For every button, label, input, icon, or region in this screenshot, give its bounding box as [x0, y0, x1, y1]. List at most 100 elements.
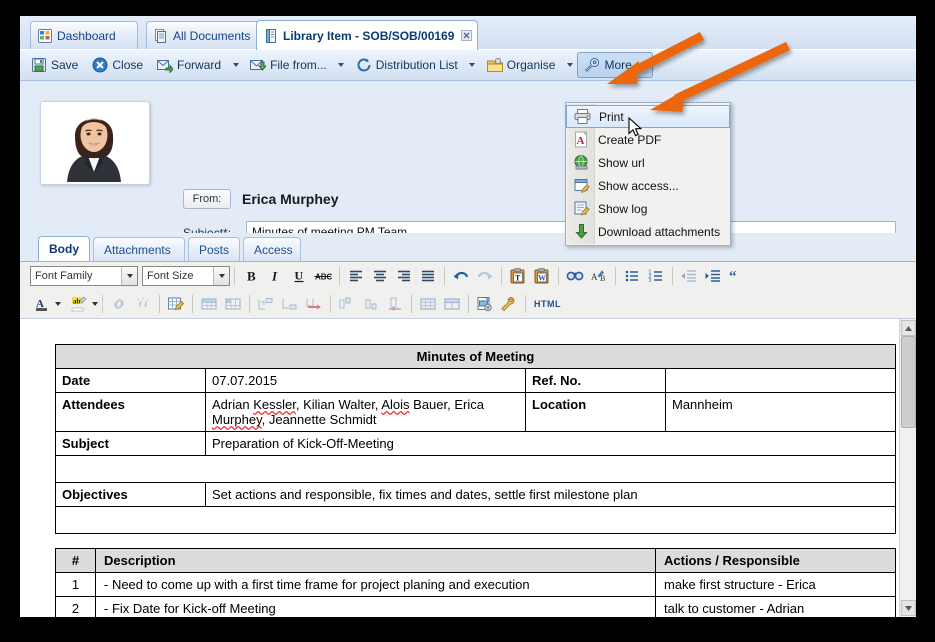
tab-posts-label: Posts [199, 243, 229, 257]
insert-col-after-icon[interactable] [359, 292, 383, 316]
insert-image-icon[interactable] [473, 292, 497, 316]
tab-access-label: Access [254, 243, 293, 257]
insert-row-before-icon[interactable] [254, 292, 278, 316]
numbered-list-icon[interactable]: 123 [644, 264, 668, 288]
save-button[interactable]: Save [24, 52, 85, 78]
more-wrench-icon [584, 57, 600, 73]
row-description: - Fix Date for Kick-off Meeting [96, 597, 656, 618]
find-replace-icon[interactable] [563, 264, 587, 288]
more-dropdown-menu: Print A Create PDF Show url Show access.… [565, 102, 731, 246]
unlink-icon[interactable] [131, 292, 155, 316]
mouse-cursor [628, 117, 644, 144]
bold-icon[interactable]: B [239, 264, 263, 288]
insert-table-icon[interactable] [416, 292, 440, 316]
tab-posts[interactable]: Posts [188, 237, 240, 261]
align-center-icon[interactable] [368, 264, 392, 288]
edit-table-icon[interactable] [164, 292, 188, 316]
strikethrough-icon[interactable]: ABC [311, 264, 335, 288]
edit-css-icon[interactable] [497, 292, 521, 316]
editor-vertical-scrollbar[interactable] [899, 319, 916, 617]
more-button[interactable]: More [577, 52, 652, 78]
tab-body[interactable]: Body [38, 236, 90, 261]
table-row: Minutes of Meeting [56, 345, 896, 369]
align-justify-icon[interactable] [416, 264, 440, 288]
menu-item-download-attachments[interactable]: Download attachments [566, 220, 730, 243]
table-row-props-icon[interactable] [197, 292, 221, 316]
undo-icon[interactable] [449, 264, 473, 288]
text-color-dropdown-arrow[interactable] [55, 302, 61, 306]
tab-attachments[interactable]: Attachments [93, 237, 185, 261]
close-icon[interactable] [461, 30, 472, 41]
italic-icon[interactable]: I [263, 264, 287, 288]
tab-access[interactable]: Access [243, 237, 301, 261]
tab-all-documents[interactable]: All Documents [146, 21, 272, 49]
bullet-list-icon[interactable] [620, 264, 644, 288]
align-left-icon[interactable] [344, 264, 368, 288]
organise-label: Organise [507, 58, 556, 72]
tab-attachments-label: Attachments [104, 243, 171, 257]
insert-row-after-icon[interactable] [278, 292, 302, 316]
underline-icon[interactable]: U [287, 264, 311, 288]
file-from-button[interactable]: File from... [243, 52, 334, 78]
delete-row-icon[interactable] [302, 292, 326, 316]
menu-item-print[interactable]: Print [566, 105, 730, 128]
row-action: talk to customer - Adrian [656, 597, 896, 618]
spacer-row [56, 456, 896, 483]
indent-icon[interactable] [701, 264, 725, 288]
dashboard-icon [38, 29, 52, 43]
tab-library-item[interactable]: Library Item - SOB/SOB/00169 [256, 20, 478, 50]
scroll-up-icon[interactable] [901, 320, 916, 336]
text-color-icon[interactable]: A [30, 292, 54, 316]
organise-dropdown-arrow[interactable] [562, 53, 577, 77]
chevron-down-icon[interactable] [213, 267, 229, 285]
menu-item-show-log[interactable]: Show log [566, 197, 730, 220]
redo-icon[interactable] [473, 264, 497, 288]
from-button[interactable]: From: [183, 189, 231, 209]
distribution-list-dropdown-arrow[interactable] [465, 53, 480, 77]
chevron-down-icon[interactable] [121, 267, 137, 285]
tab-dashboard-label: Dashboard [57, 29, 116, 43]
highlight-color-icon[interactable]: ab [67, 292, 91, 316]
svg-text:U: U [295, 269, 304, 283]
html-source-button[interactable]: HTML [530, 299, 565, 309]
item-section-tabs: Body Attachments Posts Access [20, 233, 916, 262]
highlight-color-dropdown-arrow[interactable] [92, 302, 98, 306]
merge-cells-icon[interactable] [440, 292, 464, 316]
forward-button[interactable]: Forward [150, 52, 228, 78]
document-title: Minutes of Meeting [56, 345, 896, 369]
close-button[interactable]: Close [85, 52, 150, 78]
font-family-select[interactable]: Font Family [30, 266, 138, 286]
paste-text-icon[interactable]: T [506, 264, 530, 288]
table-cell-props-icon[interactable] [221, 292, 245, 316]
spellcheck-icon[interactable]: AB [587, 264, 611, 288]
file-from-dropdown-arrow[interactable] [334, 53, 349, 77]
menu-item-show-url[interactable]: Show url [566, 151, 730, 174]
delete-col-icon[interactable] [383, 292, 407, 316]
row-description: - Need to come up with a first time fram… [96, 573, 656, 597]
blockquote-icon[interactable]: “ [725, 264, 749, 288]
table-row: Objectives Set actions and responsible, … [56, 483, 896, 507]
font-size-select[interactable]: Font Size [142, 266, 230, 286]
menu-item-download-attachments-label: Download attachments [598, 225, 720, 239]
paste-word-icon[interactable]: W [530, 264, 554, 288]
chevron-down-icon [469, 63, 475, 67]
insert-col-before-icon[interactable] [335, 292, 359, 316]
svg-text:A: A [591, 272, 598, 282]
align-right-icon[interactable] [392, 264, 416, 288]
menu-item-create-pdf[interactable]: A Create PDF [566, 128, 730, 151]
distribution-list-button[interactable]: Distribution List [349, 52, 465, 78]
menu-item-show-access[interactable]: Show access... [566, 174, 730, 197]
screenshot-root: Dashboard All Documents Library Item - S… [0, 0, 935, 642]
tab-dashboard[interactable]: Dashboard [30, 21, 138, 49]
row-number: 2 [56, 597, 96, 618]
forward-dropdown-arrow[interactable] [228, 53, 243, 77]
scrollbar-thumb[interactable] [901, 336, 916, 428]
scroll-down-icon[interactable] [901, 600, 916, 616]
table-row: 1 - Need to come up with a first time fr… [56, 573, 896, 597]
svg-text:W: W [538, 274, 546, 283]
file-from-label: File from... [270, 58, 327, 72]
insert-link-icon[interactable] [107, 292, 131, 316]
organise-button[interactable]: Organise [480, 52, 563, 78]
editor-canvas[interactable]: Minutes of Meeting Date 07.07.2015 Ref. … [20, 319, 916, 617]
outdent-icon[interactable] [677, 264, 701, 288]
